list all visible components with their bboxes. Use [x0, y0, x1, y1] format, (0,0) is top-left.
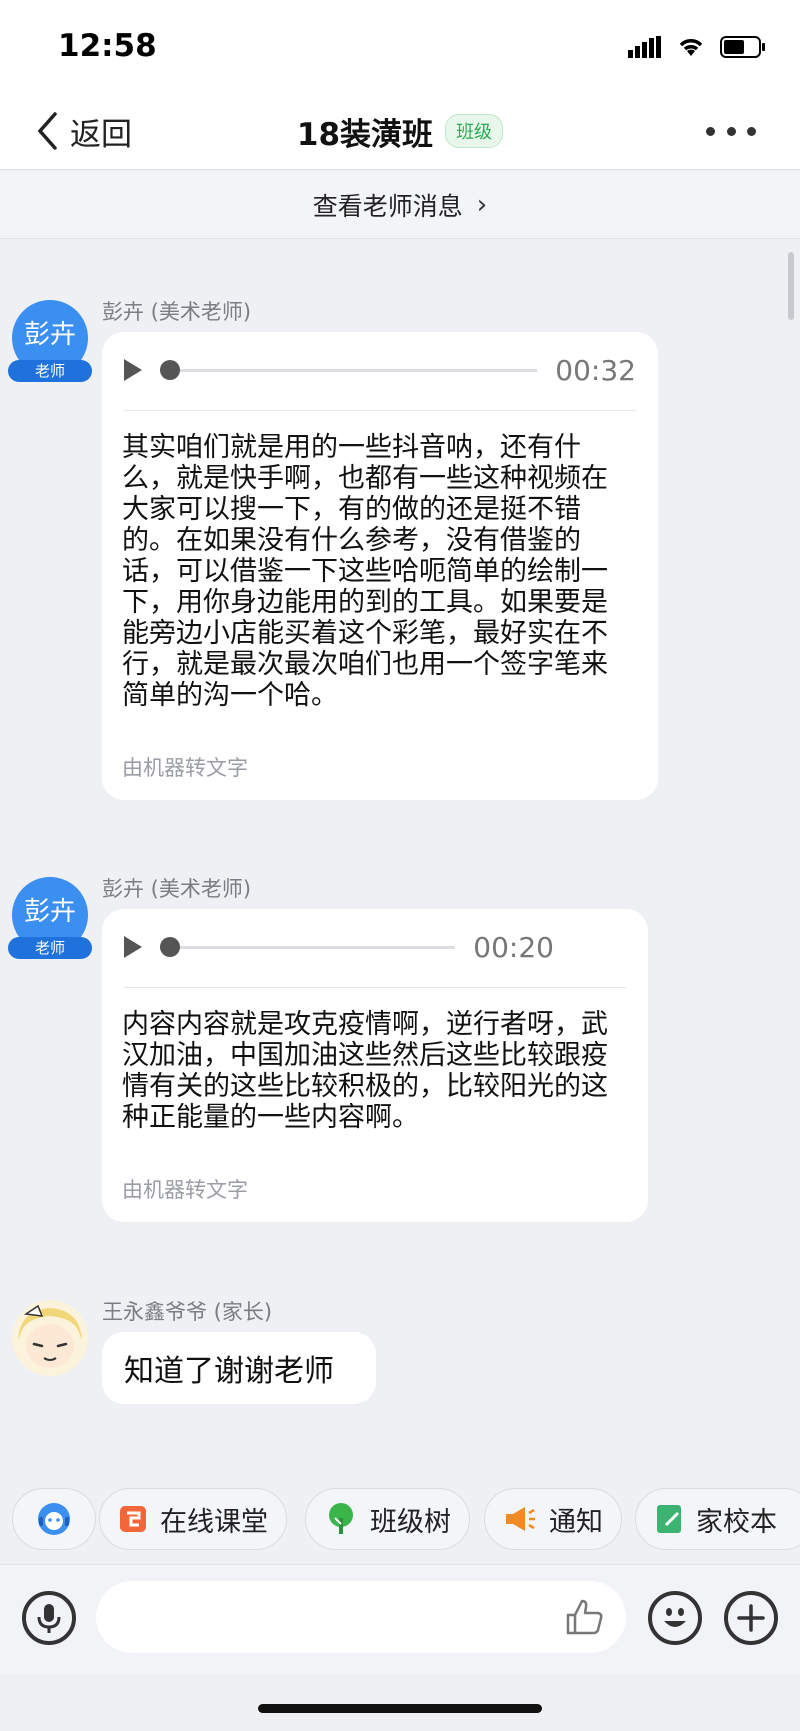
voice-transcript: 内容内容就是攻克疫情啊，逆行者呀，武汉加油，中国加油这些然后这些比较跟疫情有关的…: [122, 1009, 608, 1133]
nav-bar: 返回 18装潢班 班级: [0, 92, 800, 170]
smiley-icon: [664, 1608, 686, 1627]
divider: [124, 410, 636, 411]
voice-player: 00:32: [124, 350, 636, 390]
view-teacher-messages-link[interactable]: 查看老师消息 ›: [0, 171, 800, 239]
online-class-icon: [120, 1506, 146, 1532]
notebook-icon: [657, 1505, 681, 1533]
quick-action-label: 班级树: [370, 1506, 451, 1538]
plus-icon: [737, 1604, 765, 1632]
wifi-icon: [679, 39, 703, 56]
quick-action-label: 通知: [549, 1506, 603, 1538]
chat-message: 彭卉 老师 彭卉 (美术老师) 00:20 内容内容就是攻克疫情啊，逆行者呀，武…: [0, 873, 800, 1223]
playback-progress[interactable]: [160, 936, 456, 957]
divider: [124, 987, 626, 988]
input-bar: [0, 1564, 800, 1674]
status-time: 12:58: [58, 28, 157, 64]
role-tag: 老师: [8, 360, 92, 382]
quick-actions-bar: 在线课堂 班级树 通知 家校本: [0, 1480, 800, 1560]
voice-player: 00:20: [124, 927, 554, 967]
voice-message-bubble[interactable]: 00:20 内容内容就是攻克疫情啊，逆行者呀，武汉加油，中国加油这些然后这些比较…: [102, 909, 648, 1222]
class-tree-icon: [329, 1503, 353, 1534]
dot-icon: [747, 126, 756, 136]
nav-title-group: 18装潢班 班级: [0, 106, 800, 156]
avatar-name: 彭卉: [23, 320, 76, 350]
avatar[interactable]: 彭卉 老师: [8, 300, 92, 382]
sender-name: 王永鑫爷爷 (家长): [102, 1300, 273, 1324]
playback-progress[interactable]: [160, 359, 538, 380]
message-input[interactable]: [96, 1581, 626, 1653]
dot-icon: [706, 126, 715, 136]
battery-icon: [720, 36, 765, 58]
thumbs-up-icon: [566, 1599, 603, 1635]
text-message-bubble[interactable]: 知道了谢谢老师: [102, 1332, 376, 1404]
class-badge: 班级: [445, 114, 504, 148]
avatar-name: 彭卉: [23, 897, 76, 927]
megaphone-icon: [506, 1507, 535, 1531]
quick-action-home-school-book[interactable]: 家校本: [635, 1488, 800, 1550]
emoji-button[interactable]: [648, 1591, 702, 1645]
sender-name: 彭卉 (美术老师): [102, 300, 252, 324]
status-bar: 12:58: [0, 0, 800, 92]
dot-icon: [726, 126, 736, 136]
more-options-button[interactable]: [706, 116, 756, 146]
chat-message: 王永鑫爷爷 (家长) 知道了谢谢老师: [0, 1296, 800, 1406]
quick-action-label: 家校本: [696, 1506, 777, 1538]
microphone-icon: [37, 1604, 61, 1633]
avatar[interactable]: 彭卉 老师: [8, 877, 92, 959]
assistant-button[interactable]: [12, 1488, 96, 1550]
chat-message: 彭卉 老师 彭卉 (美术老师) 00:32 其实咱们就是用的一些抖音呐，还有什么…: [0, 296, 800, 806]
quick-action-class-tree[interactable]: 班级树: [305, 1488, 470, 1550]
more-input-button[interactable]: [724, 1591, 778, 1645]
quick-action-label: 在线课堂: [160, 1506, 268, 1538]
message-text: 知道了谢谢老师: [124, 1354, 334, 1389]
assistant-icon: [38, 1503, 70, 1535]
quick-action-online-class[interactable]: 在线课堂: [99, 1488, 287, 1550]
quick-action-notice[interactable]: 通知: [484, 1488, 622, 1550]
machine-transcription-label: 由机器转文字: [122, 1178, 248, 1202]
voice-input-button[interactable]: [22, 1591, 76, 1645]
like-button[interactable]: [562, 1595, 606, 1639]
home-indicator[interactable]: [258, 1704, 542, 1713]
role-tag: 老师: [8, 937, 92, 959]
voice-message-bubble[interactable]: 00:32 其实咱们就是用的一些抖音呐，还有什么，就是快手啊，也都有一些这种视频…: [102, 332, 658, 800]
progress-knob[interactable]: [160, 359, 180, 380]
play-icon[interactable]: [124, 359, 142, 381]
chevron-right-icon: ›: [476, 189, 488, 220]
voice-duration: 00:20: [473, 930, 554, 964]
play-icon[interactable]: [124, 936, 142, 958]
avatar[interactable]: [12, 1300, 88, 1376]
sender-name: 彭卉 (美术老师): [102, 877, 252, 901]
voice-duration: 00:32: [555, 353, 636, 387]
page-title: 18装潢班: [296, 116, 434, 153]
machine-transcription-label: 由机器转文字: [122, 756, 248, 780]
view-teacher-messages-label: 查看老师消息: [312, 191, 463, 221]
voice-transcript: 其实咱们就是用的一些抖音呐，还有什么，就是快手啊，也都有一些这种视频在大家可以搜…: [122, 432, 608, 711]
status-icons: [628, 32, 766, 62]
cartoon-avatar-icon: [12, 1300, 88, 1376]
signal-icon: [628, 36, 661, 58]
progress-knob[interactable]: [160, 936, 180, 957]
